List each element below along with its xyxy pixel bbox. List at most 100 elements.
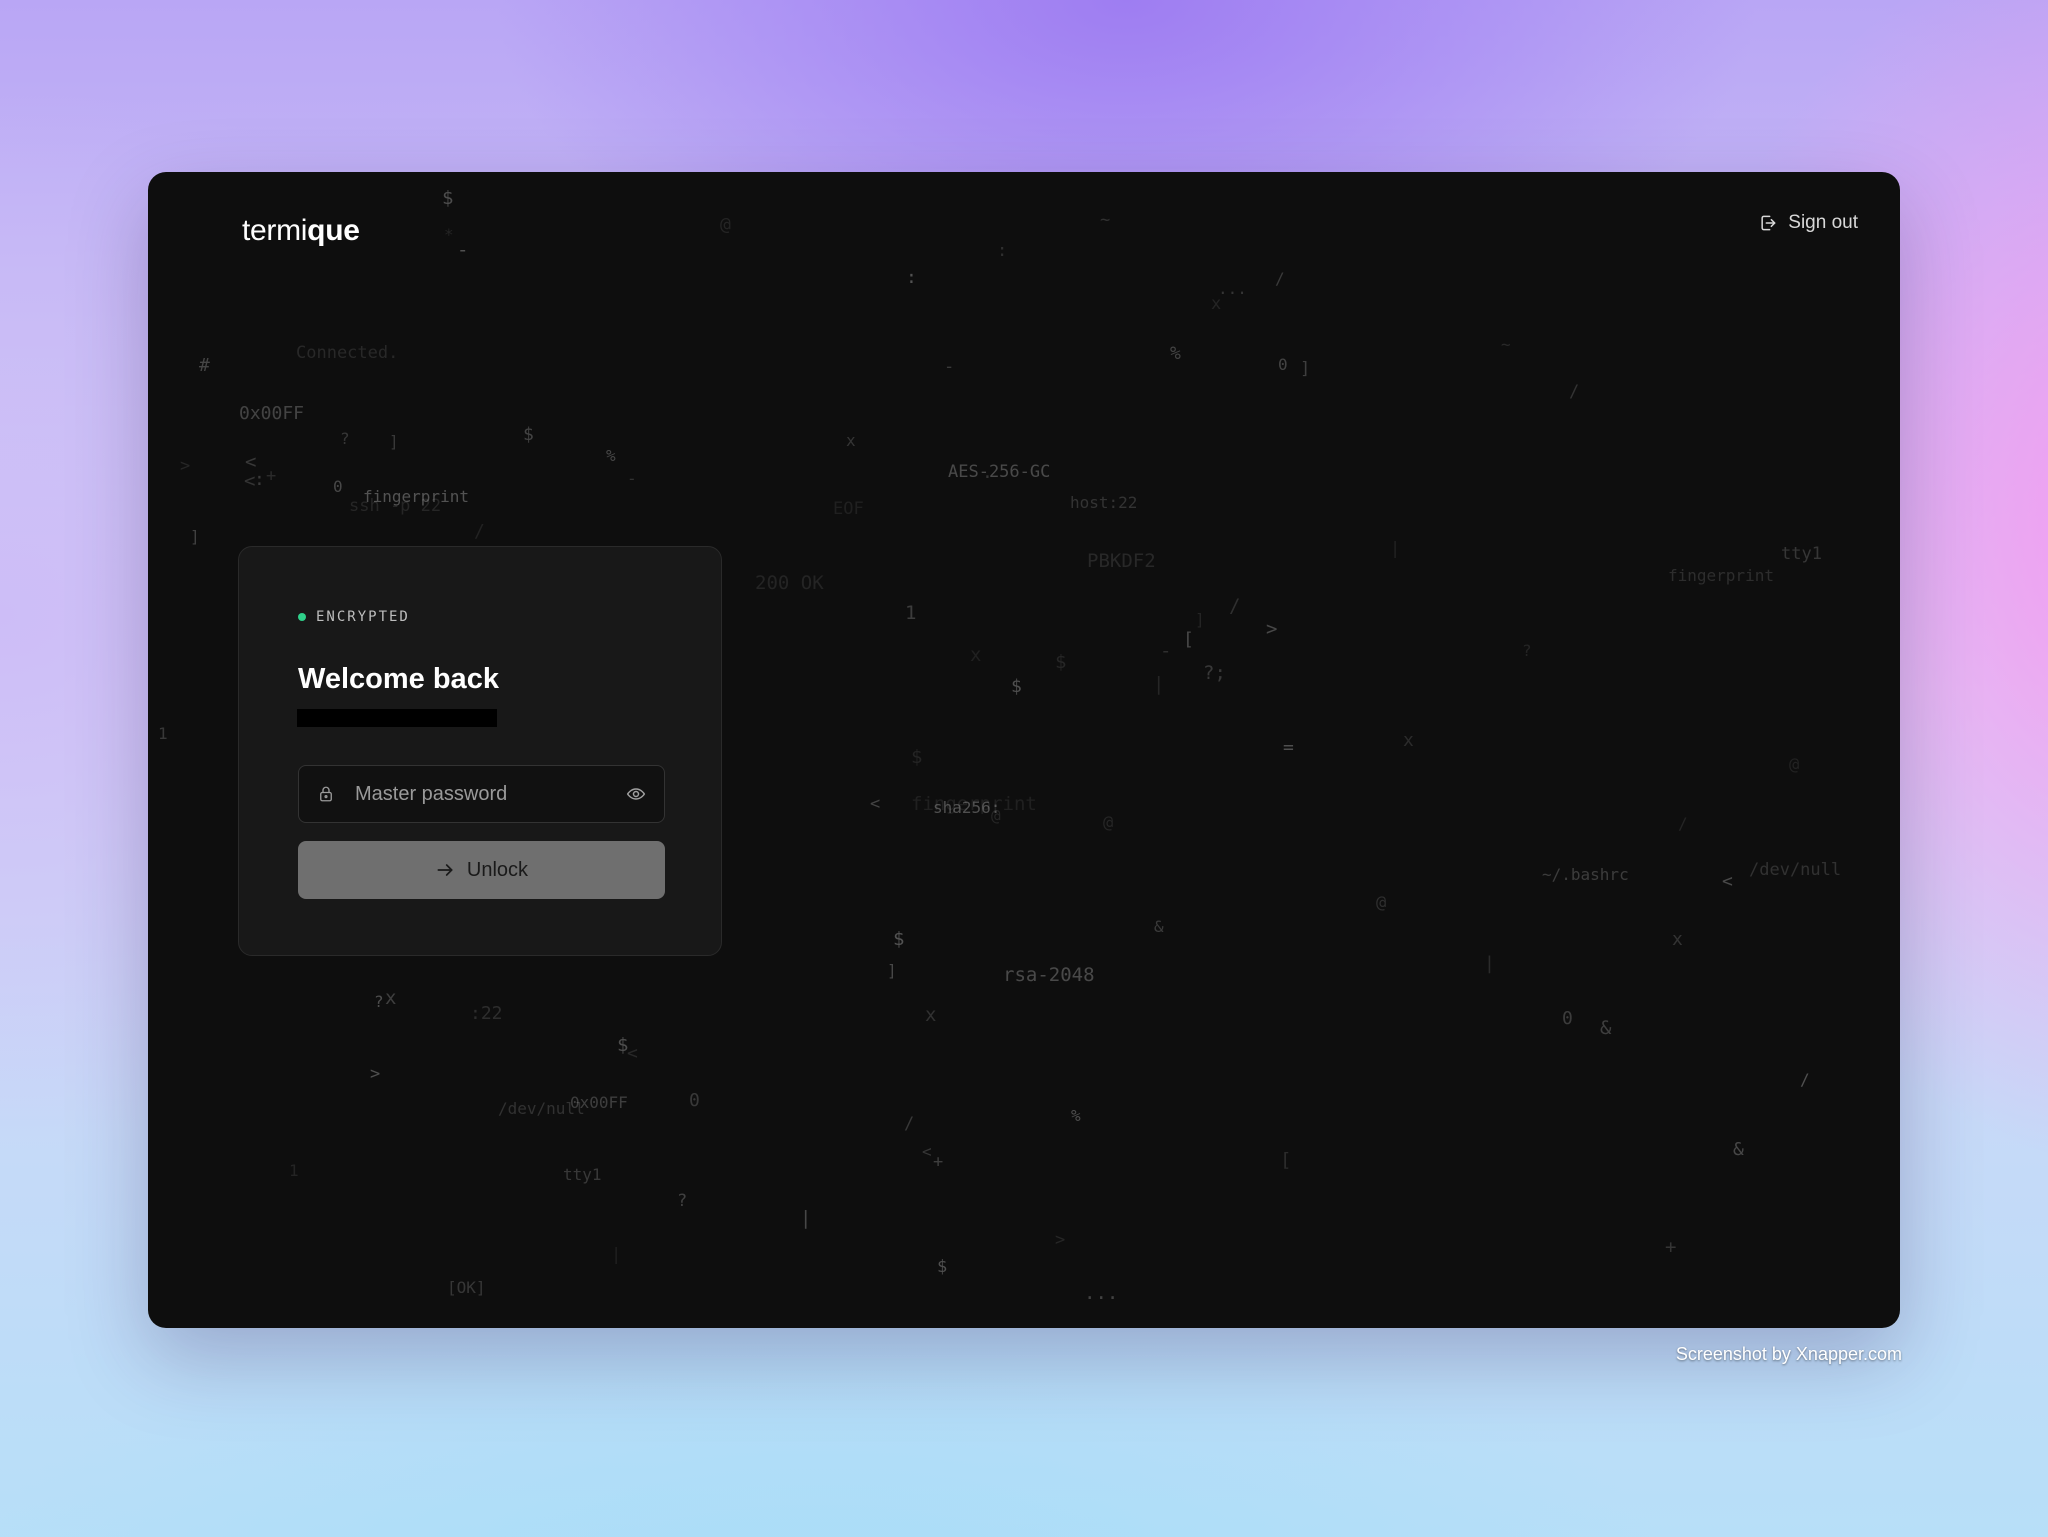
background-glyph: ?; xyxy=(1203,662,1226,684)
sign-out-icon xyxy=(1761,215,1776,231)
background-glyph: < xyxy=(245,451,257,473)
background-glyph: $ xyxy=(911,746,923,768)
background-glyph: ] xyxy=(190,527,200,546)
background-glyph: > xyxy=(1055,1230,1066,1250)
eye-icon[interactable] xyxy=(626,784,646,804)
background-glyph: < xyxy=(922,1142,932,1161)
unlock-card: ENCRYPTED Welcome back Unlock xyxy=(238,546,722,956)
background-glyph: $ xyxy=(617,1034,629,1056)
app-logo: termique xyxy=(242,214,360,248)
logo-text-bold: que xyxy=(307,214,360,247)
background-glyph: 0 xyxy=(1562,1008,1573,1029)
background-glyph: 0x00FF xyxy=(570,1093,628,1112)
arrow-right-icon xyxy=(437,864,453,876)
background-glyph: PBKDF2 xyxy=(1087,550,1156,572)
master-password-field[interactable] xyxy=(298,765,665,823)
background-glyph: > xyxy=(370,1064,381,1084)
background-glyph: x xyxy=(1403,730,1414,751)
background-glyph: / xyxy=(904,1114,915,1134)
background-glyph: ~ xyxy=(1501,335,1511,354)
background-glyph: ~ xyxy=(1100,210,1111,230)
background-glyph: ~/.bashrc xyxy=(1542,865,1629,884)
background-glyph: fingerprint xyxy=(1668,566,1774,585)
background-glyph: ] xyxy=(1195,610,1205,629)
background-glyph: + xyxy=(1665,1236,1677,1258)
background-glyph: sha256: xyxy=(933,798,1001,817)
background-glyph: ? xyxy=(340,429,350,448)
sign-out-button[interactable]: Sign out xyxy=(1758,212,1858,234)
logo-text-light: termi xyxy=(242,214,308,247)
background-glyph: /dev/null xyxy=(498,1099,585,1118)
background-glyph: ] xyxy=(389,432,399,451)
sign-out-label: Sign out xyxy=(1788,212,1858,233)
background-glyph: < xyxy=(244,470,256,492)
background-glyph: @ xyxy=(1376,893,1387,913)
background-glyph: / xyxy=(1229,595,1241,617)
background-glyph: & xyxy=(1600,1017,1612,1039)
background-glyph: . xyxy=(982,462,993,483)
background-glyph: x xyxy=(1672,929,1683,950)
encrypted-badge: ENCRYPTED xyxy=(298,609,410,625)
background-glyph: - xyxy=(627,469,637,488)
background-glyph: $ xyxy=(523,424,534,445)
background-glyph: : xyxy=(906,267,917,288)
background-glyph: /dev/null xyxy=(1749,860,1842,880)
background-glyph: ] xyxy=(887,961,897,980)
background-glyph: $ xyxy=(442,187,454,209)
background-glyph: / xyxy=(1275,269,1285,288)
background-glyph: 1 xyxy=(289,1161,299,1180)
background-glyph: 1 xyxy=(905,602,917,624)
master-password-input[interactable] xyxy=(353,781,626,807)
background-glyph: Connected. xyxy=(296,343,399,363)
background-glyph: x xyxy=(970,644,982,666)
background-glyph: | xyxy=(800,1207,812,1229)
background-glyph: [ xyxy=(1183,629,1194,650)
background-glyph: ? xyxy=(374,992,384,1011)
encrypted-label: ENCRYPTED xyxy=(316,609,410,625)
background-glyph: ? xyxy=(1522,641,1532,660)
background-glyph: : xyxy=(254,469,265,490)
background-glyph: / xyxy=(1800,1070,1810,1089)
background-glyph: 0 xyxy=(333,477,343,496)
background-glyph: < xyxy=(1722,871,1733,892)
background-glyph: & xyxy=(1733,1139,1744,1160)
background-glyph: | xyxy=(1390,539,1401,559)
status-dot xyxy=(298,613,306,621)
background-glyph: x xyxy=(385,987,397,1009)
background-glyph: :22 xyxy=(470,1003,503,1024)
background-glyph: - xyxy=(1160,640,1172,662)
background-glyph: % xyxy=(1170,343,1181,364)
background-glyph: % xyxy=(606,446,616,465)
background-glyph: tty1 xyxy=(563,1165,602,1184)
background-glyph: | xyxy=(1484,953,1495,974)
background-glyph: fingerprint xyxy=(911,793,1037,815)
background-glyph: < xyxy=(627,1043,638,1064)
background-glyph: $ xyxy=(893,928,905,950)
background-glyph: / xyxy=(1569,382,1580,402)
background-glyph: 0x00FF xyxy=(239,403,305,424)
background-glyph: > xyxy=(180,456,191,476)
lock-icon xyxy=(320,786,332,802)
background-glyph: 200 OK xyxy=(755,572,824,594)
background-glyph: $ xyxy=(1011,676,1022,697)
background-glyph: | xyxy=(1153,673,1165,695)
app-window: @ $ - /] - fingerprint < [OK] PBKDF2 200 OK tty1 []… xyxy=(148,172,1900,1328)
background-glyph: 0 xyxy=(1278,355,1288,374)
unlock-button[interactable]: Unlock xyxy=(298,841,665,899)
unlock-label: Unlock xyxy=(466,858,529,881)
background-glyph: x xyxy=(846,431,856,450)
background-glyph: / xyxy=(474,521,485,542)
background-glyph: * xyxy=(444,225,454,244)
background-glyph: | xyxy=(611,1245,622,1265)
background-glyph: ] xyxy=(1300,359,1311,379)
background-glyph: - xyxy=(457,239,469,261)
background-glyph: + xyxy=(933,1152,944,1172)
background-glyph: @ xyxy=(991,806,1001,825)
page-title: Welcome back xyxy=(298,663,499,695)
background-glyph: ? xyxy=(677,1191,688,1211)
background-glyph: EOF xyxy=(833,499,864,519)
background-glyph: = xyxy=(1283,737,1294,758)
background-glyph: 1 xyxy=(158,724,168,743)
background-glyph: [OK] xyxy=(447,1278,486,1297)
background-glyph: @ xyxy=(720,214,731,235)
